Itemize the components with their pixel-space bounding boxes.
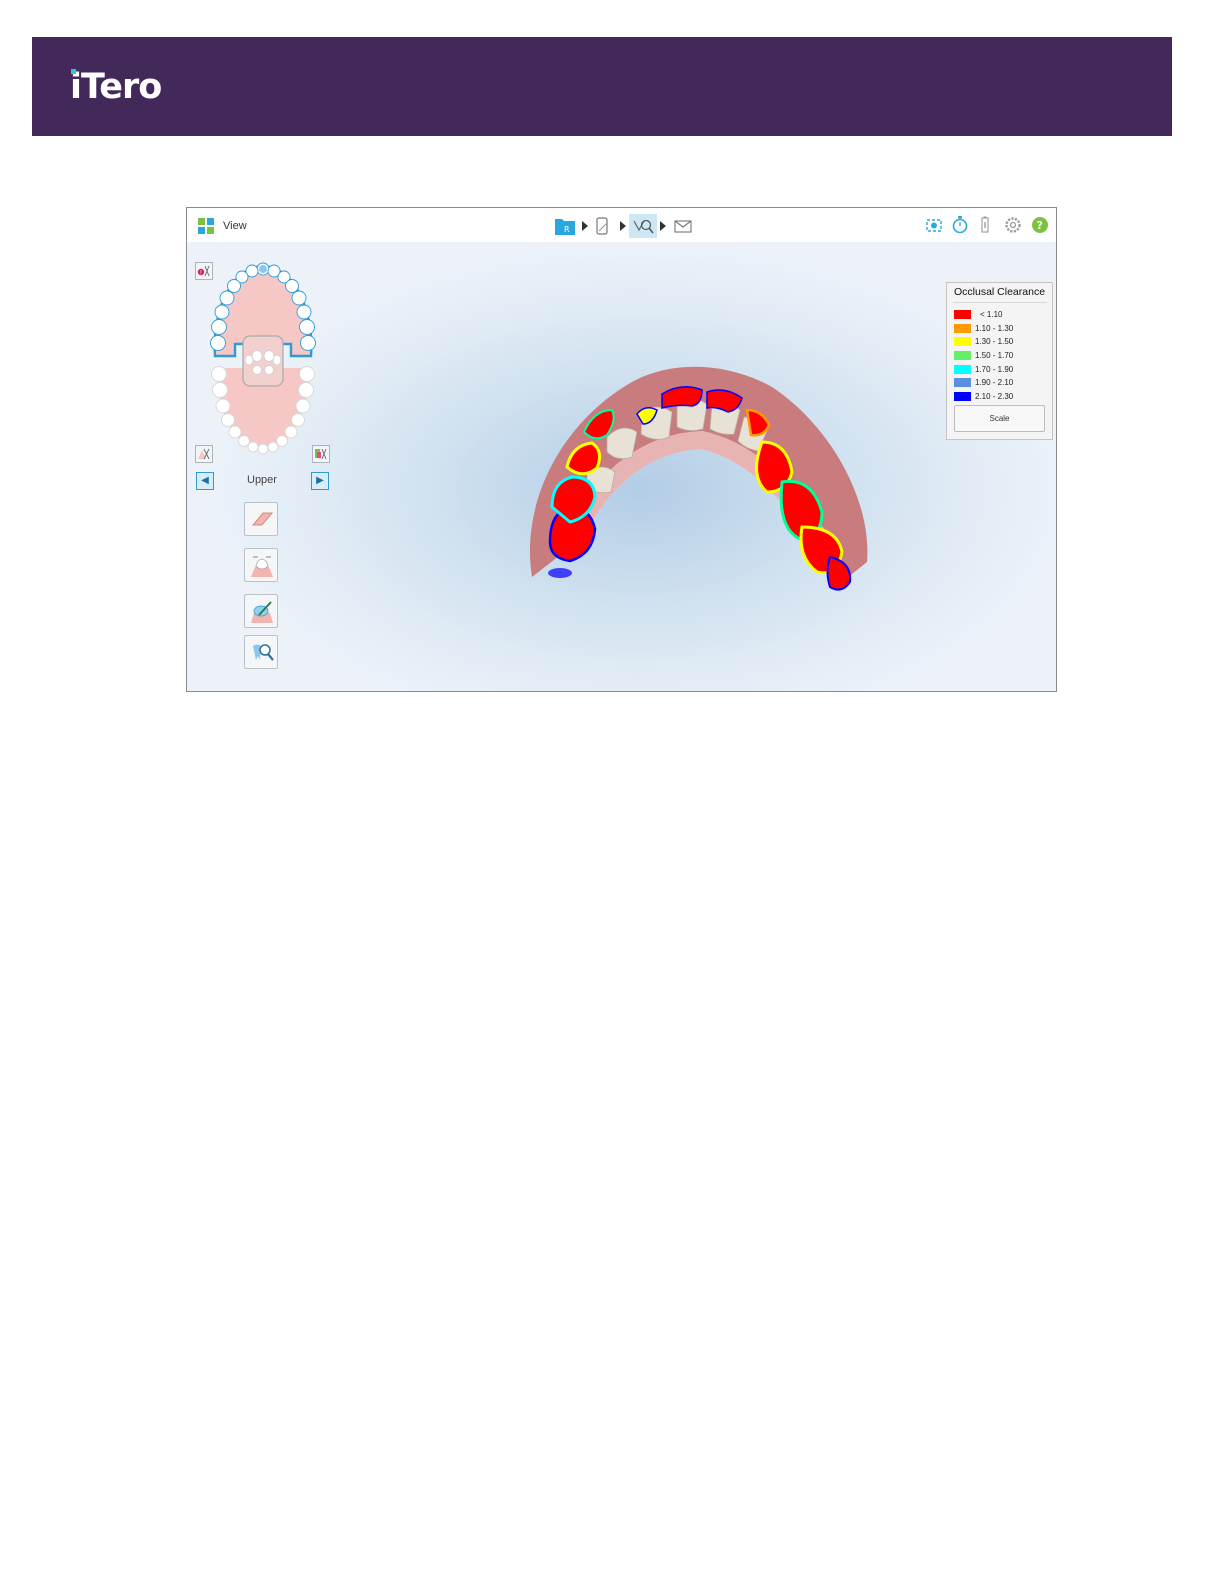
eraser-tool-icon bbox=[251, 512, 274, 526]
legend-swatch bbox=[954, 310, 971, 320]
legend-row: 1.30 - 1.50 bbox=[954, 335, 1013, 349]
legend-row: 1.10 - 1.30 bbox=[954, 322, 1013, 336]
legend-swatch bbox=[954, 364, 971, 374]
legend-swatch bbox=[954, 351, 971, 361]
eraser-tool-button[interactable] bbox=[244, 502, 278, 536]
legend-title: Occlusal Clearance bbox=[954, 286, 1046, 298]
logo-accent-dot bbox=[71, 69, 76, 74]
help-icon[interactable]: ? bbox=[1030, 214, 1050, 236]
next-jaw-button[interactable]: ▶ bbox=[311, 472, 329, 490]
lower-jaw-toggle[interactable] bbox=[195, 445, 213, 463]
view-grid-icon[interactable] bbox=[197, 217, 215, 235]
svg-text:R: R bbox=[564, 225, 570, 234]
legend-range: 1.10 - 1.30 bbox=[975, 323, 1014, 333]
logo-text: iTero bbox=[70, 67, 162, 107]
settings-gear-icon[interactable] bbox=[1003, 214, 1023, 236]
legend-row: 1.50 - 1.70 bbox=[954, 349, 1013, 363]
previous-jaw-button[interactable]: ◀ bbox=[196, 472, 214, 490]
scale-button[interactable]: Scale bbox=[954, 405, 1045, 432]
scan-icon[interactable] bbox=[593, 214, 613, 238]
legend-range: 1.30 - 1.50 bbox=[975, 337, 1014, 347]
legend-rows: < 1.10 1.10 - 1.30 1.30 - 1.50 1.50 - 1.… bbox=[954, 308, 1013, 403]
lower-jaw-icon bbox=[198, 448, 210, 460]
occlusal-clearance-legend: Occlusal Clearance < 1.10 1.10 - 1.30 1.… bbox=[946, 282, 1053, 440]
legend-swatch bbox=[954, 323, 971, 333]
bite-view-tool-button[interactable] bbox=[244, 548, 278, 582]
header-banner: iTero bbox=[32, 37, 1172, 136]
svg-text:?: ? bbox=[1037, 219, 1043, 232]
patient-folder-icon[interactable]: R bbox=[553, 214, 577, 238]
app-screenshot: View R ? ! ◀ Upper ▶ Occlusal Clearance … bbox=[186, 207, 1057, 692]
battery-icon bbox=[981, 216, 989, 233]
legend-swatch bbox=[954, 391, 971, 401]
view-tools-icon[interactable] bbox=[629, 214, 657, 238]
jaw-label: Upper bbox=[247, 474, 277, 486]
camera-icon[interactable] bbox=[924, 214, 944, 236]
jaw-navigator-map[interactable] bbox=[209, 260, 317, 456]
step-arrow-icon bbox=[620, 221, 626, 231]
legend-swatch bbox=[954, 337, 971, 347]
legend-divider bbox=[953, 302, 1047, 303]
legend-range: 2.10 - 2.30 bbox=[975, 391, 1014, 401]
timer-icon[interactable] bbox=[950, 214, 970, 236]
itero-logo: iTero bbox=[70, 65, 162, 109]
send-envelope-icon[interactable] bbox=[673, 214, 693, 238]
legend-range: < 1.10 bbox=[980, 310, 1003, 320]
bite-view-toggle[interactable] bbox=[312, 445, 330, 463]
legend-range: 1.70 - 1.90 bbox=[975, 364, 1014, 374]
margin-tool-icon bbox=[251, 601, 273, 623]
step-arrow-icon bbox=[660, 221, 666, 231]
legend-row: 1.90 - 2.10 bbox=[954, 376, 1013, 390]
legend-swatch bbox=[954, 378, 971, 388]
legend-range: 1.50 - 1.70 bbox=[975, 351, 1014, 361]
margin-tool-button[interactable] bbox=[244, 594, 278, 628]
top-toolbar: View R ? bbox=[187, 208, 1056, 242]
bite-color-icon bbox=[315, 448, 327, 460]
legend-range: 1.90 - 2.10 bbox=[975, 378, 1014, 388]
3d-viewer-canvas[interactable]: ! ◀ Upper ▶ Occlusal Clearance < 1.10 1.… bbox=[187, 242, 1056, 691]
svg-text:!: ! bbox=[200, 270, 202, 277]
bite-view-tool-icon bbox=[251, 556, 273, 577]
review-tool-icon bbox=[253, 644, 274, 661]
legend-row: 2.10 - 2.30 bbox=[954, 390, 1013, 404]
occlusal-clearance-3d-model[interactable] bbox=[512, 342, 882, 602]
legend-row: < 1.10 bbox=[954, 308, 1013, 322]
step-arrow-icon bbox=[582, 221, 588, 231]
review-tool-button[interactable] bbox=[244, 635, 278, 669]
view-label: View bbox=[223, 220, 247, 232]
legend-row: 1.70 - 1.90 bbox=[954, 362, 1013, 376]
